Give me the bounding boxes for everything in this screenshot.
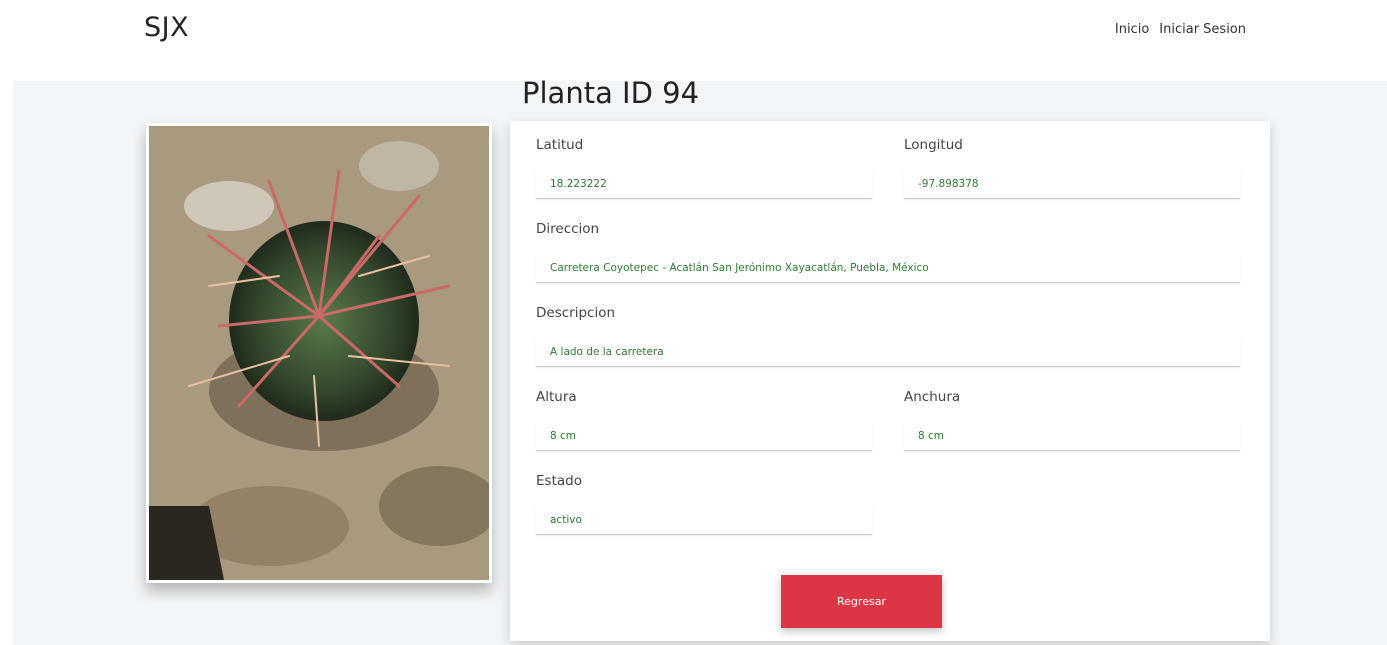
anchura-label: Anchura bbox=[904, 389, 961, 405]
direccion-input[interactable] bbox=[536, 253, 1240, 283]
plant-photo-frame bbox=[146, 123, 492, 583]
anchura-input[interactable] bbox=[904, 421, 1240, 451]
regresar-button[interactable]: Regresar bbox=[781, 575, 942, 628]
nav-link-inicio[interactable]: Inicio bbox=[1115, 22, 1149, 37]
longitud-input[interactable] bbox=[904, 169, 1240, 199]
latitud-label: Latitud bbox=[536, 137, 584, 153]
altura-input[interactable] bbox=[536, 421, 872, 451]
latitud-input[interactable] bbox=[536, 169, 872, 199]
nav-link-iniciar-sesion[interactable]: Iniciar Sesion bbox=[1159, 22, 1246, 37]
plant-details-card: Latitud Longitud Direccion Descripcion A… bbox=[510, 121, 1270, 641]
plant-photo bbox=[149, 126, 489, 580]
top-nav: Inicio Iniciar Sesion bbox=[1115, 22, 1246, 37]
descripcion-input[interactable] bbox=[536, 337, 1240, 367]
estado-label: Estado bbox=[536, 473, 582, 489]
brand-logo[interactable]: SJX bbox=[144, 12, 189, 43]
longitud-label: Longitud bbox=[904, 137, 963, 153]
page-title: Planta ID 94 bbox=[522, 76, 700, 110]
descripcion-label: Descripcion bbox=[536, 305, 616, 321]
altura-label: Altura bbox=[536, 389, 577, 405]
estado-input[interactable] bbox=[536, 505, 872, 535]
direccion-label: Direccion bbox=[536, 221, 600, 237]
